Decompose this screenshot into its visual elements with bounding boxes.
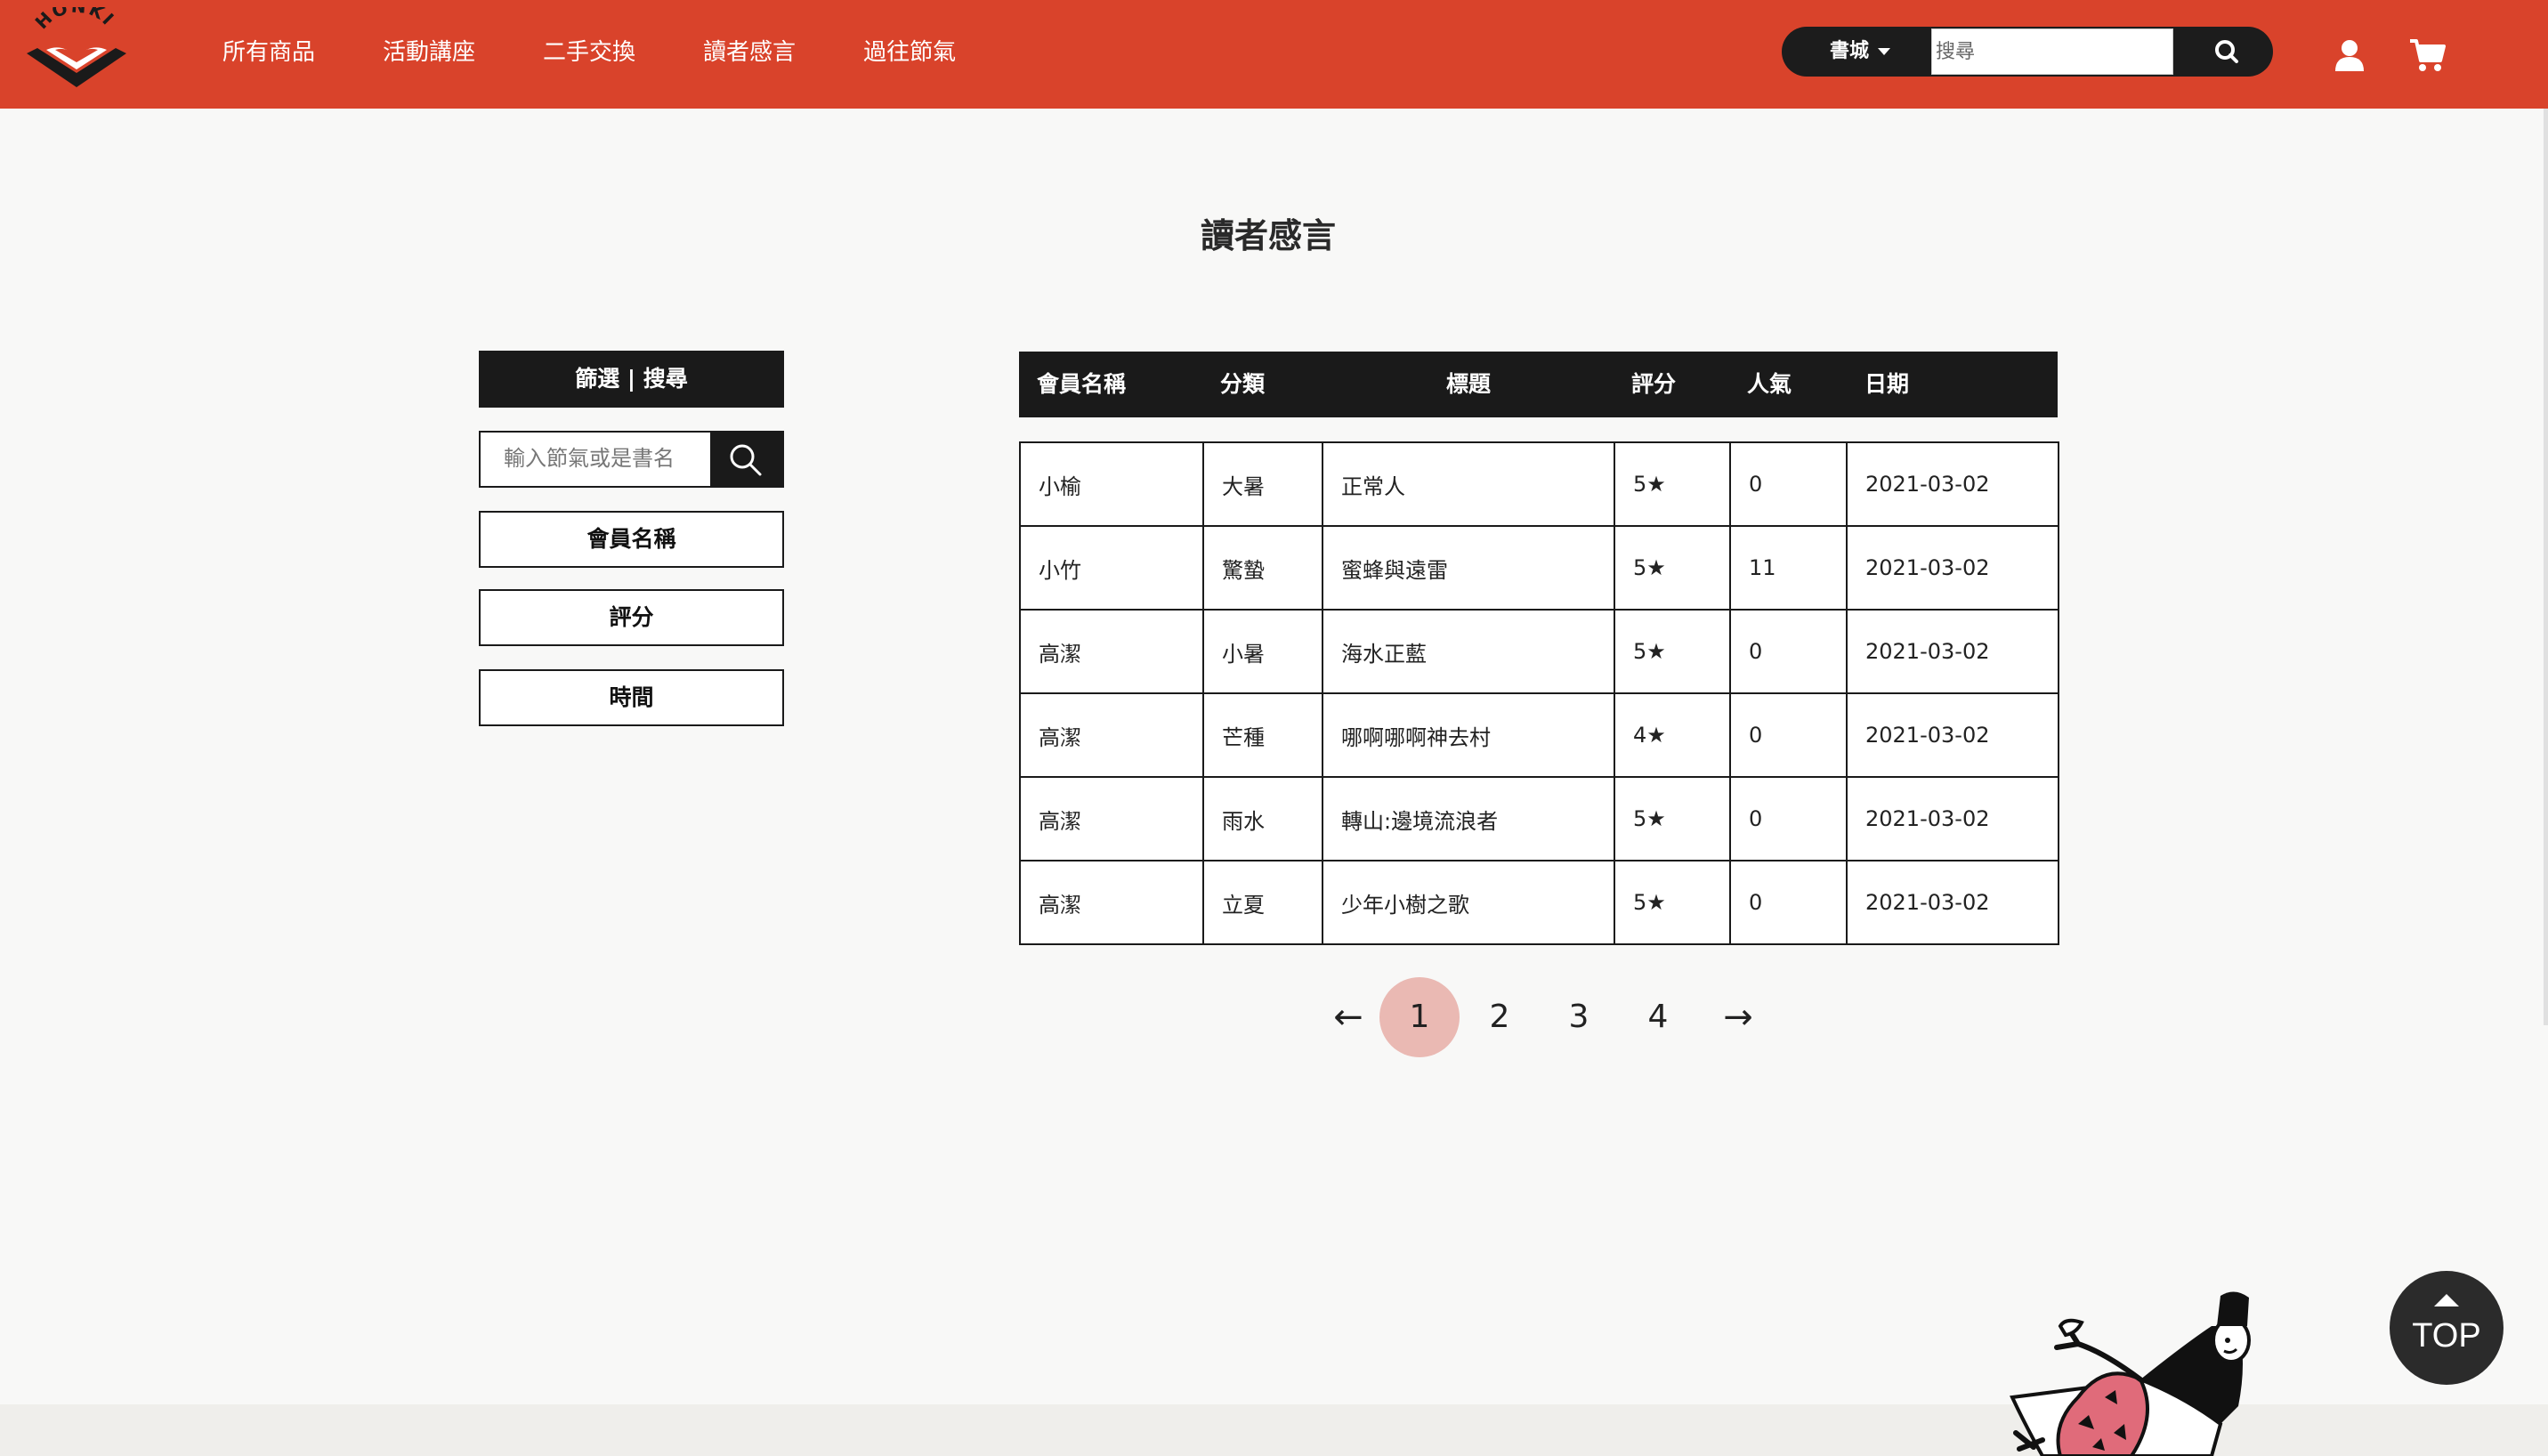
main-nav: 所有商品 活動講座 二手交換 讀者感言 過往節氣 xyxy=(222,34,956,67)
svg-text:HONKI: HONKI xyxy=(31,7,119,33)
cell-title[interactable]: 轉山:邊境流浪者 xyxy=(1322,776,1615,861)
cell-popularity: 0 xyxy=(1729,860,1848,945)
reclining-figure-illustration xyxy=(2010,1291,2251,1456)
table-row[interactable]: 小竹 驚蟄 蜜蜂與遠雷 5★ 11 2021-03-02 xyxy=(1019,525,2059,611)
filter-input[interactable] xyxy=(481,433,712,486)
sort-by-rating-button[interactable]: 評分 xyxy=(479,589,784,646)
filter-search-box xyxy=(479,431,784,488)
cell-popularity: 0 xyxy=(1729,692,1848,778)
cell-rating: 5★ xyxy=(1614,609,1731,694)
cell-member: 高潔 xyxy=(1019,609,1204,694)
cell-member: 小榆 xyxy=(1019,441,1204,527)
column-header-rating: 評分 xyxy=(1631,371,1677,397)
search-icon xyxy=(730,444,762,476)
search-button[interactable] xyxy=(2200,36,2253,68)
nav-events[interactable]: 活動講座 xyxy=(383,34,475,67)
cell-member: 高潔 xyxy=(1019,692,1204,778)
cell-title[interactable]: 少年小樹之歌 xyxy=(1322,860,1615,945)
column-header-date: 日期 xyxy=(1864,371,1910,397)
nav-reviews[interactable]: 讀者感言 xyxy=(703,34,796,67)
filter-search-button[interactable] xyxy=(710,433,782,486)
cell-category: 驚蟄 xyxy=(1202,525,1323,611)
column-header-popularity: 人氣 xyxy=(1747,371,1792,397)
cell-category: 雨水 xyxy=(1202,776,1323,861)
reviews-table: 小榆 大暑 正常人 5★ 0 2021-03-02 小竹 驚蟄 蜜蜂與遠雷 5★… xyxy=(1019,441,2059,945)
cell-title[interactable]: 正常人 xyxy=(1322,441,1615,527)
page-1-button[interactable]: 1 xyxy=(1379,977,1460,1057)
nav-past-terms[interactable]: 過往節氣 xyxy=(863,34,956,67)
cell-rating: 5★ xyxy=(1614,525,1731,611)
chevron-down-icon xyxy=(1878,48,1891,55)
cell-popularity: 0 xyxy=(1729,776,1848,861)
arrow-up-icon xyxy=(2434,1294,2459,1306)
back-to-top-button[interactable]: TOP xyxy=(2390,1271,2504,1385)
table-header: 會員名稱 分類 標題 評分 人氣 日期 xyxy=(1019,352,2058,417)
nav-secondhand[interactable]: 二手交換 xyxy=(543,34,635,67)
cell-category: 大暑 xyxy=(1202,441,1323,527)
column-header-title: 標題 xyxy=(1446,371,1492,397)
cell-date: 2021-03-02 xyxy=(1846,860,2059,945)
prev-page-button[interactable]: ← xyxy=(1308,977,1388,1057)
cell-rating: 5★ xyxy=(1614,860,1731,945)
page-2-button[interactable]: 2 xyxy=(1460,977,1540,1057)
cell-category: 芒種 xyxy=(1202,692,1323,778)
cell-title[interactable]: 蜜蜂與遠雷 xyxy=(1322,525,1615,611)
cell-title[interactable]: 哪啊哪啊神去村 xyxy=(1322,692,1615,778)
cell-date: 2021-03-02 xyxy=(1846,609,2059,694)
cell-member: 高潔 xyxy=(1019,776,1204,861)
cell-member: 高潔 xyxy=(1019,860,1204,945)
cell-date: 2021-03-02 xyxy=(1846,776,2059,861)
search-scope-label: 書城 xyxy=(1830,40,1870,62)
user-icon[interactable] xyxy=(2332,37,2367,73)
page-4-button[interactable]: 4 xyxy=(1618,977,1698,1057)
cell-date: 2021-03-02 xyxy=(1846,525,2059,611)
page-title: 讀者感言 xyxy=(1200,216,1336,255)
cell-title[interactable]: 海水正藍 xyxy=(1322,609,1615,694)
filter-header: 篩選 | 搜尋 xyxy=(479,351,784,408)
column-header-category: 分類 xyxy=(1220,371,1266,397)
page-3-button[interactable]: 3 xyxy=(1539,977,1619,1057)
table-row[interactable]: 高潔 雨水 轉山:邊境流浪者 5★ 0 2021-03-02 xyxy=(1019,776,2059,861)
cell-date: 2021-03-02 xyxy=(1846,692,2059,778)
cell-popularity: 0 xyxy=(1729,441,1848,527)
column-header-member: 會員名稱 xyxy=(1037,371,1127,397)
table-row[interactable]: 小榆 大暑 正常人 5★ 0 2021-03-02 xyxy=(1019,441,2059,527)
search-input[interactable] xyxy=(1931,28,2173,75)
search-icon xyxy=(2215,40,2238,63)
top-label: TOP xyxy=(2412,1317,2481,1355)
cell-popularity: 11 xyxy=(1729,525,1848,611)
scrollbar[interactable] xyxy=(2544,109,2548,1025)
header-search: 書城 xyxy=(1782,27,2273,77)
cell-category: 小暑 xyxy=(1202,609,1323,694)
search-scope-select[interactable]: 書城 xyxy=(1830,27,1891,77)
sort-by-time-button[interactable]: 時間 xyxy=(479,669,784,726)
table-row[interactable]: 高潔 立夏 少年小樹之歌 5★ 0 2021-03-02 xyxy=(1019,860,2059,945)
cell-rating: 4★ xyxy=(1614,692,1731,778)
nav-all-products[interactable]: 所有商品 xyxy=(222,34,315,67)
cell-date: 2021-03-02 xyxy=(1846,441,2059,527)
cell-category: 立夏 xyxy=(1202,860,1323,945)
table-row[interactable]: 高潔 芒種 哪啊哪啊神去村 4★ 0 2021-03-02 xyxy=(1019,692,2059,778)
table-row[interactable]: 高潔 小暑 海水正藍 5★ 0 2021-03-02 xyxy=(1019,609,2059,694)
cell-rating: 5★ xyxy=(1614,441,1731,527)
cart-icon[interactable] xyxy=(2408,37,2446,73)
sort-by-member-button[interactable]: 會員名稱 xyxy=(479,511,784,568)
cell-member: 小竹 xyxy=(1019,525,1204,611)
cell-rating: 5★ xyxy=(1614,776,1731,861)
next-page-button[interactable]: → xyxy=(1698,977,1778,1057)
honki-logo[interactable]: HONKI xyxy=(20,7,133,96)
cell-popularity: 0 xyxy=(1729,609,1848,694)
top-header: HONKI 所有商品 活動講座 二手交換 讀者感言 過往節氣 書城 xyxy=(0,0,2548,109)
